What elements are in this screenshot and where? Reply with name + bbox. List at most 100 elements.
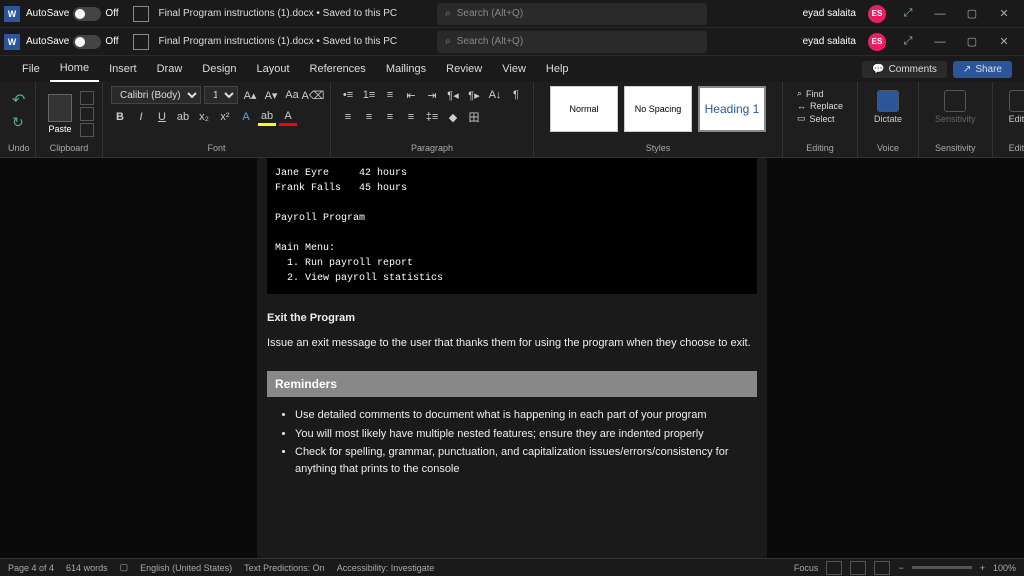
editor-button[interactable]: Editor	[1001, 86, 1024, 128]
underline-button[interactable]: U	[153, 108, 171, 126]
font-color-icon[interactable]: A	[279, 108, 297, 126]
read-mode-icon[interactable]	[826, 561, 842, 575]
show-marks-icon[interactable]: ¶	[507, 86, 525, 104]
rtl-icon[interactable]: ¶▸	[465, 86, 483, 104]
change-case-icon[interactable]: Aa	[283, 86, 301, 104]
status-page[interactable]: Page 4 of 4	[8, 563, 54, 573]
shrink-font-icon[interactable]: A▾	[262, 86, 280, 104]
save-icon[interactable]	[133, 34, 149, 50]
document-page[interactable]: Jane Eyre 42 hours Frank Falls 45 hours …	[257, 158, 767, 558]
exit-body: Issue an exit message to the user that t…	[267, 335, 757, 352]
align-center-icon[interactable]: ≡	[360, 108, 378, 126]
status-spellcheck-icon[interactable]: ▢	[120, 562, 129, 573]
copy-icon[interactable]	[80, 107, 94, 121]
ribbon-options-icon[interactable]: ⤢	[898, 4, 918, 24]
dictate-button[interactable]: Dictate	[866, 86, 910, 128]
zoom-level[interactable]: 100%	[993, 563, 1016, 573]
bullets-icon[interactable]: •≡	[339, 86, 357, 104]
search-input[interactable]: ⌕ Search (Alt+Q)	[437, 3, 707, 25]
ltr-icon[interactable]: ¶◂	[444, 86, 462, 104]
tab-draw[interactable]: Draw	[147, 56, 193, 82]
tab-review[interactable]: Review	[436, 56, 492, 82]
tab-design[interactable]: Design	[192, 56, 246, 82]
select-button[interactable]: ▭Select	[797, 113, 843, 124]
italic-button[interactable]: I	[132, 108, 150, 126]
line-spacing-icon[interactable]: ‡≡	[423, 108, 441, 126]
comments-button[interactable]: 💬Comments	[862, 61, 947, 78]
shading-icon[interactable]: ◆	[444, 108, 462, 126]
toggle-off-icon[interactable]	[73, 35, 101, 49]
subscript-button[interactable]: x₂	[195, 108, 213, 126]
share-button[interactable]: ↗Share	[953, 61, 1012, 78]
justify-icon[interactable]: ≡	[402, 108, 420, 126]
cut-icon[interactable]	[80, 91, 94, 105]
grow-font-icon[interactable]: A▴	[241, 86, 259, 104]
editing-group: ⌕Find ↔Replace ▭Select Editing	[783, 82, 858, 157]
tab-layout[interactable]: Layout	[247, 56, 300, 82]
paste-button[interactable]: Paste	[44, 92, 76, 136]
increase-indent-icon[interactable]: ⇥	[423, 86, 441, 104]
zoom-slider[interactable]	[912, 566, 972, 569]
status-words[interactable]: 614 words	[66, 563, 108, 573]
close-button[interactable]: ✕	[994, 4, 1014, 24]
zoom-out-icon[interactable]: −	[898, 563, 903, 573]
replace-button[interactable]: ↔Replace	[797, 101, 843, 111]
document-title[interactable]: Final Program instructions (1).docx • Sa…	[159, 36, 398, 47]
multilevel-icon[interactable]: ≡	[381, 86, 399, 104]
sensitivity-button[interactable]: Sensitivity	[927, 86, 984, 128]
redo-icon[interactable]: ↻	[12, 114, 23, 131]
status-language[interactable]: English (United States)	[140, 563, 232, 573]
borders-icon[interactable]: 田	[465, 108, 483, 126]
minimize-button[interactable]: —	[930, 4, 950, 24]
decrease-indent-icon[interactable]: ⇤	[402, 86, 420, 104]
tab-mailings[interactable]: Mailings	[376, 56, 436, 82]
sort-icon[interactable]: A↓	[486, 86, 504, 104]
print-layout-icon[interactable]	[850, 561, 866, 575]
text-effects-icon[interactable]: A	[237, 108, 255, 126]
strike-button[interactable]: ab	[174, 108, 192, 126]
tab-file[interactable]: File	[12, 56, 50, 82]
user-avatar[interactable]: ES	[868, 33, 886, 51]
tab-insert[interactable]: Insert	[99, 56, 147, 82]
font-size-select[interactable]: 12	[204, 86, 238, 104]
undo-icon[interactable]: ↶	[12, 90, 23, 110]
align-right-icon[interactable]: ≡	[381, 108, 399, 126]
font-name-select[interactable]: Calibri (Body)	[111, 86, 201, 104]
find-icon: ⌕	[797, 88, 802, 99]
numbering-icon[interactable]: 1≡	[360, 86, 378, 104]
superscript-button[interactable]: x²	[216, 108, 234, 126]
clipboard-group: Paste Clipboard	[36, 82, 103, 157]
autosave-toggle[interactable]: AutoSave Off	[26, 7, 119, 21]
status-predictions[interactable]: Text Predictions: On	[244, 563, 325, 573]
style-no-spacing[interactable]: No Spacing	[624, 86, 692, 132]
tab-references[interactable]: References	[300, 56, 376, 82]
tab-view[interactable]: View	[492, 56, 536, 82]
clear-format-icon[interactable]: A⌫	[304, 86, 322, 104]
ribbon-options-icon[interactable]: ⤢	[898, 32, 918, 52]
tab-home[interactable]: Home	[50, 56, 99, 82]
align-left-icon[interactable]: ≡	[339, 108, 357, 126]
focus-mode[interactable]: Focus	[794, 563, 819, 573]
comment-icon: 💬	[872, 64, 884, 75]
search-input[interactable]: ⌕ Search (Alt+Q)	[437, 31, 707, 53]
user-avatar[interactable]: ES	[868, 5, 886, 23]
web-layout-icon[interactable]	[874, 561, 890, 575]
find-button[interactable]: ⌕Find	[797, 88, 843, 99]
bold-button[interactable]: B	[111, 108, 129, 126]
document-area[interactable]: Jane Eyre 42 hours Frank Falls 45 hours …	[0, 158, 1024, 558]
style-normal[interactable]: Normal	[550, 86, 618, 132]
close-button[interactable]: ✕	[994, 32, 1014, 52]
highlight-icon[interactable]: ab	[258, 108, 276, 126]
status-accessibility[interactable]: Accessibility: Investigate	[337, 563, 435, 573]
toggle-off-icon[interactable]	[73, 7, 101, 21]
document-title[interactable]: Final Program instructions (1).docx • Sa…	[159, 8, 398, 19]
maximize-button[interactable]: ▢	[962, 4, 982, 24]
minimize-button[interactable]: —	[930, 32, 950, 52]
save-icon[interactable]	[133, 6, 149, 22]
style-heading1[interactable]: Heading 1	[698, 86, 766, 132]
zoom-in-icon[interactable]: +	[980, 563, 985, 573]
tab-help[interactable]: Help	[536, 56, 579, 82]
format-painter-icon[interactable]	[80, 123, 94, 137]
autosave-toggle[interactable]: AutoSave Off	[26, 35, 119, 49]
maximize-button[interactable]: ▢	[962, 32, 982, 52]
